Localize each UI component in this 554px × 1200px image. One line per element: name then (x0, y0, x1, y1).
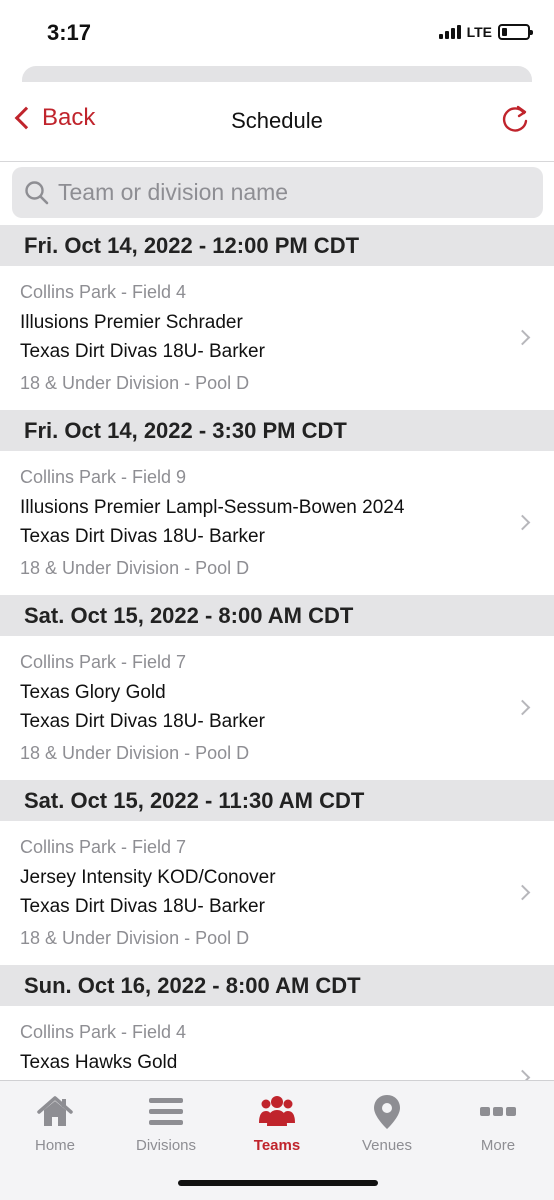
search-bar[interactable] (12, 167, 543, 218)
tab-label: Venues (361, 1137, 413, 1154)
game-team-1: Illusions Premier Lampl-Sessum-Bowen 202… (20, 497, 405, 518)
navigation-bar: Back Schedule (0, 82, 554, 162)
people-icon (259, 1096, 295, 1126)
status-bar: 3:17 LTE (0, 0, 554, 62)
game-venue: Collins Park - Field 9 (20, 467, 187, 487)
signal-icon (438, 25, 461, 39)
tab-label: Teams (253, 1137, 301, 1154)
chevron-right-icon (514, 514, 531, 531)
home-indicator (178, 1180, 378, 1186)
tab-label: Divisions (135, 1137, 196, 1154)
status-time: 3:17 (47, 20, 92, 45)
date-header: Sat. Oct 15, 2022 - 8:00 AM CDT (0, 595, 554, 636)
home-icon (37, 1096, 73, 1126)
page-title: Schedule (231, 108, 323, 133)
game-venue: Collins Park - Field 7 (20, 652, 187, 672)
chevron-right-icon (514, 329, 531, 346)
game-division: 18 & Under Division - Pool D (20, 373, 250, 393)
date-header: Sat. Oct 15, 2022 - 11:30 AM CDT (0, 780, 554, 821)
game-team-1: Texas Hawks Gold (20, 1052, 178, 1073)
game-row[interactable]: Collins Park - Field 7 Jersey Intensity … (0, 821, 554, 965)
game-venue: Collins Park - Field 4 (20, 282, 187, 302)
tab-venues[interactable]: Venues (337, 1093, 437, 1154)
game-team-2: Texas Dirt Divas 18U- Barker (20, 896, 265, 917)
game-team-1: Texas Glory Gold (20, 682, 166, 703)
game-row[interactable]: Collins Park - Field 7 Texas Glory Gold … (0, 636, 554, 780)
chevron-right-icon (514, 699, 531, 716)
tab-divisions[interactable]: Divisions (116, 1093, 216, 1154)
list-icon (149, 1098, 183, 1125)
chevron-right-icon (514, 884, 531, 901)
date-header: Sun. Oct 16, 2022 - 8:00 AM CDT (0, 965, 554, 1006)
refresh-icon[interactable] (500, 104, 530, 134)
map-pin-icon (374, 1095, 400, 1129)
game-team-1: Illusions Premier Schrader (20, 312, 243, 333)
chevron-right-icon (514, 1069, 531, 1080)
date-header: Fri. Oct 14, 2022 - 12:00 PM CDT (0, 225, 554, 266)
date-header: Fri. Oct 14, 2022 - 3:30 PM CDT (0, 410, 554, 451)
tab-more[interactable]: More (448, 1093, 548, 1154)
game-division: 18 & Under Division - Pool D (20, 558, 250, 578)
search-icon (25, 180, 49, 204)
game-division: 18 & Under Division - Pool D (20, 743, 250, 763)
tab-home[interactable]: Home (5, 1093, 105, 1154)
game-team-2: Texas Dirt Divas 18U- Barker (20, 526, 265, 547)
search-input[interactable] (50, 179, 543, 206)
game-venue: Collins Park - Field 4 (20, 1022, 187, 1042)
game-team-2: Texas Dirt Divas 18U- Barker (20, 341, 265, 362)
game-division: 18 & Under Division - Pool D (20, 928, 250, 948)
battery-icon (498, 24, 533, 40)
tab-label: More (480, 1137, 516, 1154)
game-row[interactable]: Collins Park - Field 9 Illusions Premier… (0, 451, 554, 595)
tab-label: Home (34, 1137, 75, 1154)
game-team-1: Jersey Intensity KOD/Conover (20, 867, 276, 888)
game-team-2: Texas Dirt Divas 18U- Barker (20, 711, 265, 732)
game-row[interactable]: Collins Park - Field 4 Illusions Premier… (0, 266, 554, 410)
game-venue: Collins Park - Field 7 (20, 837, 187, 857)
status-indicators: LTE (438, 24, 533, 40)
schedule-list[interactable]: Fri. Oct 14, 2022 - 12:00 PM CDT Collins… (0, 225, 554, 1080)
network-label: LTE (466, 24, 492, 40)
game-row[interactable]: Collins Park - Field 4 Texas Hawks Gold (0, 1006, 554, 1080)
tab-teams[interactable]: Teams (227, 1093, 327, 1154)
more-icon (480, 1107, 516, 1116)
